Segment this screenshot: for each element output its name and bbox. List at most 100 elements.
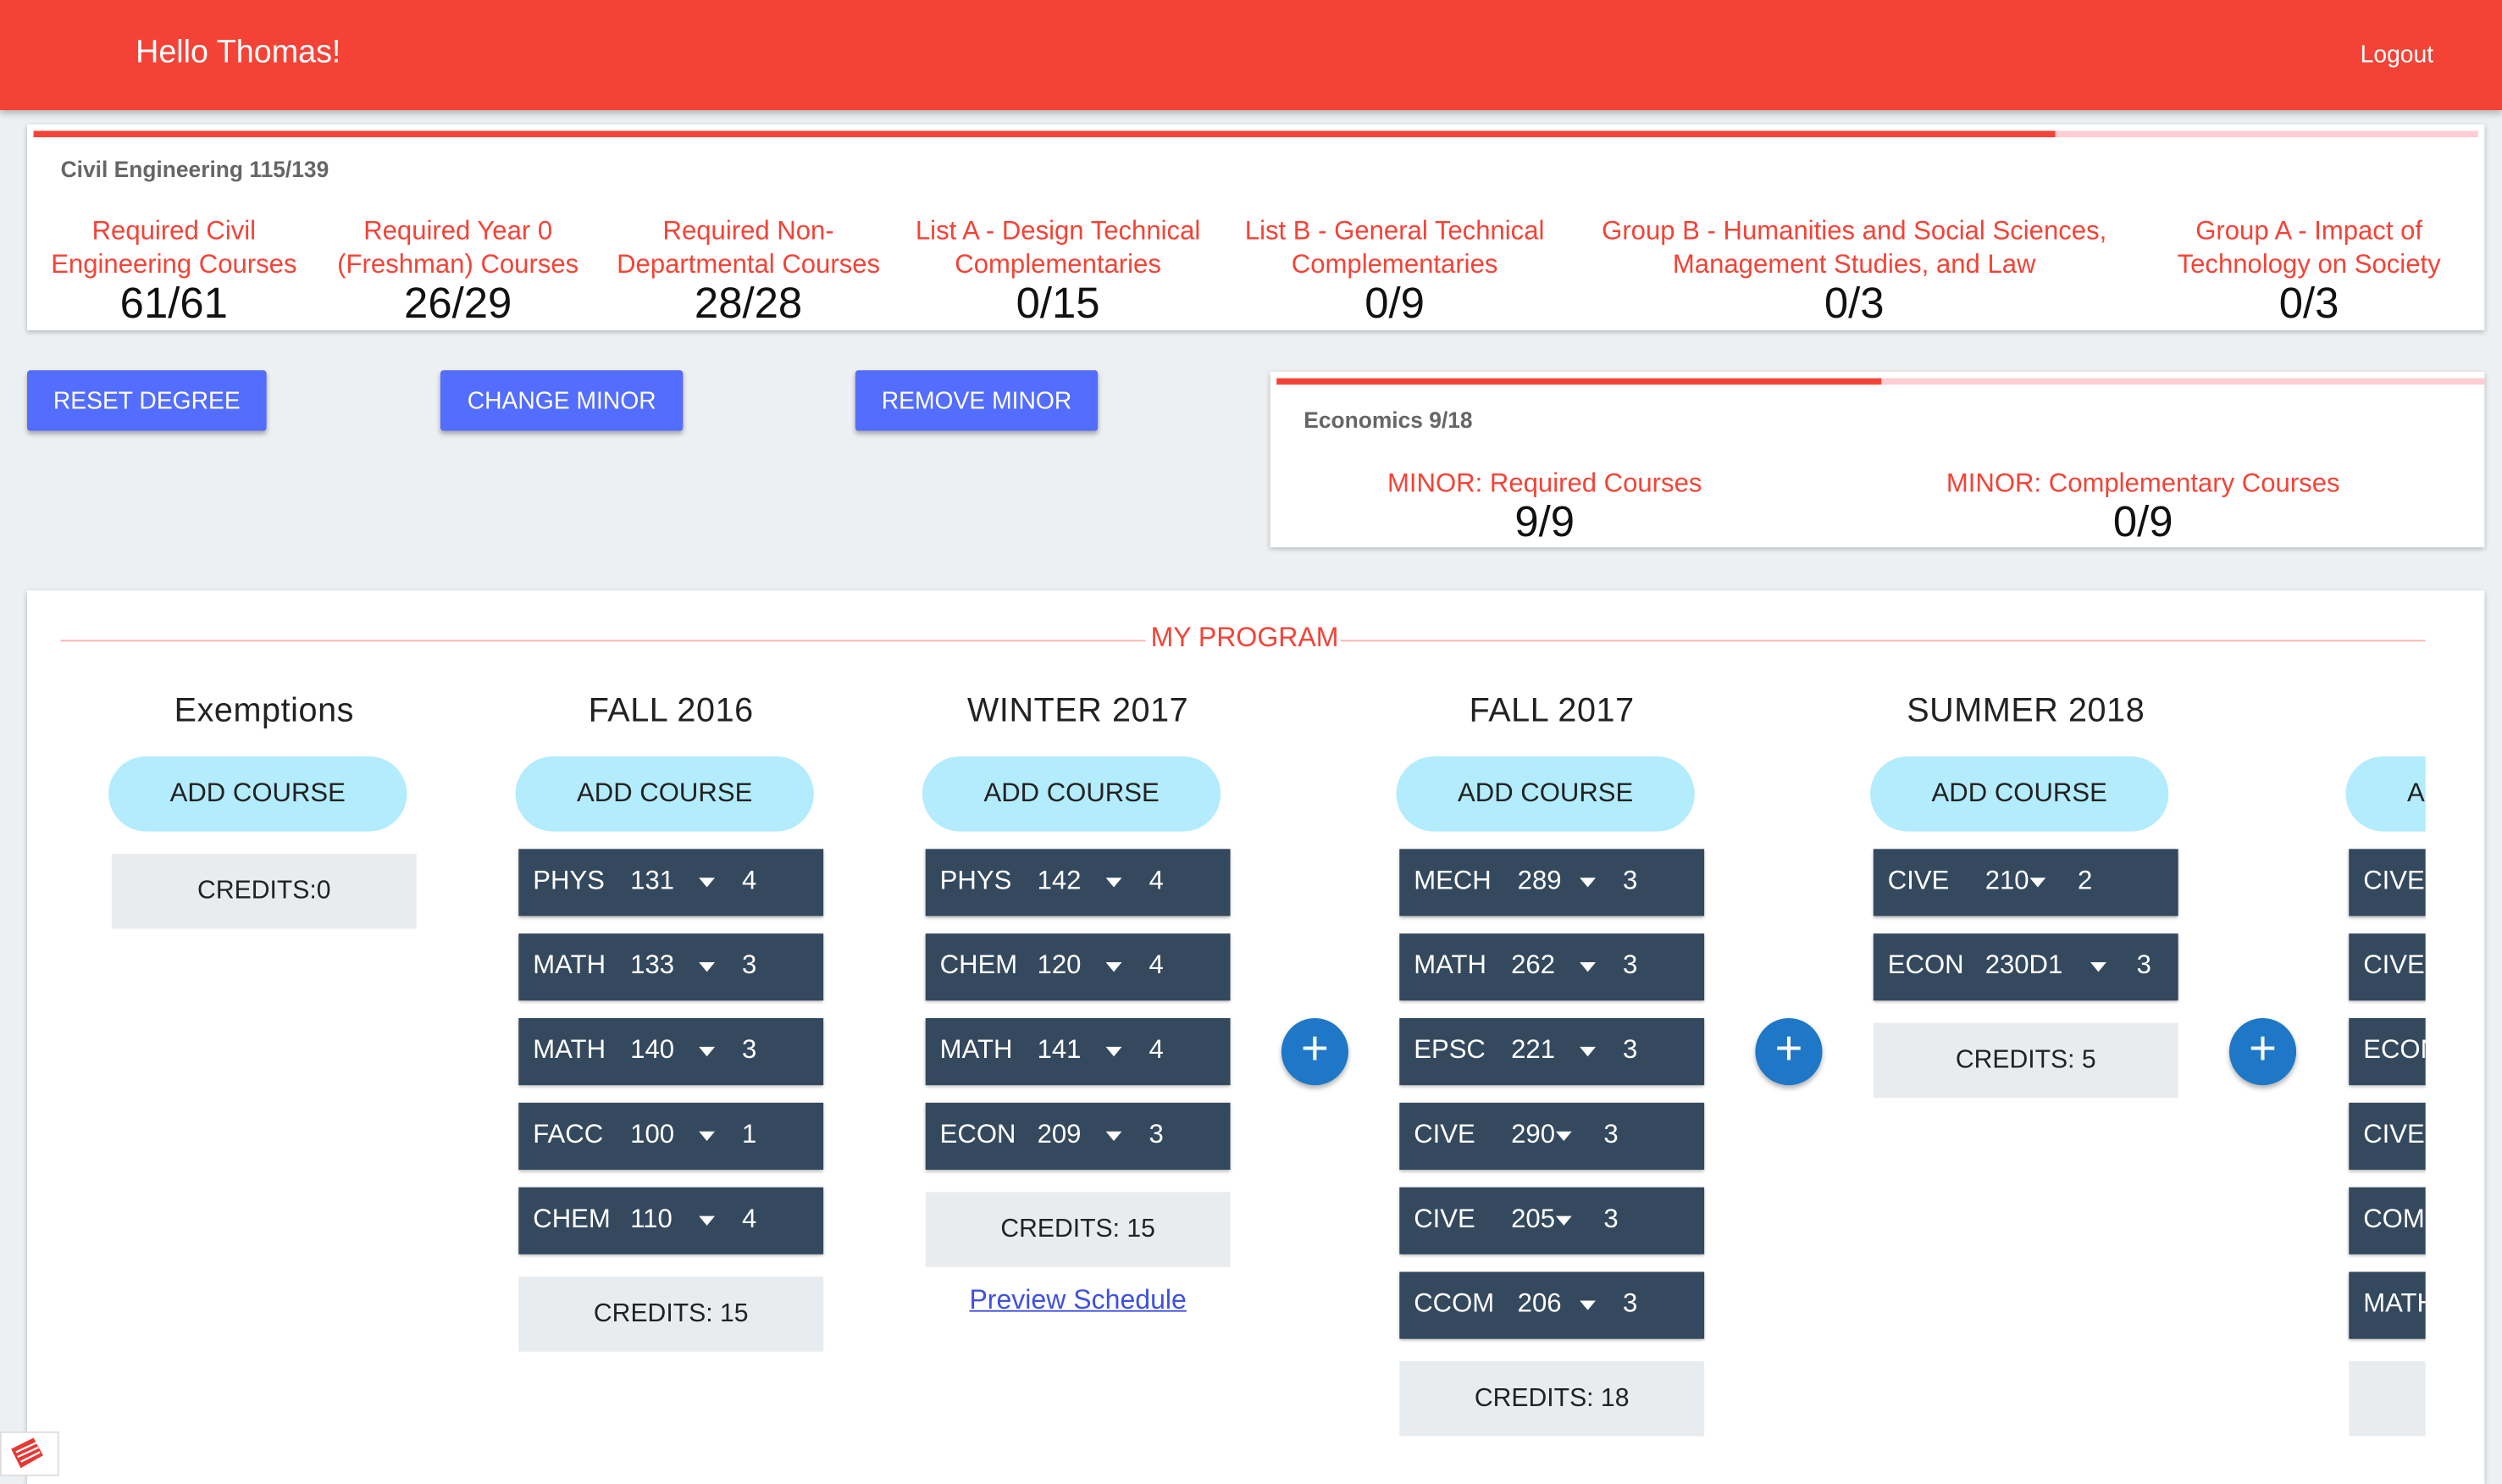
chevron-down-icon[interactable]	[1105, 1131, 1122, 1142]
course-number: 289	[1517, 867, 1562, 895]
add-course-button[interactable]: ADD COURSE	[1396, 756, 1695, 832]
credits-total: CREDITS: 5	[1873, 1022, 2178, 1099]
add-course-button[interactable]: ADD COURSE	[2345, 756, 2426, 832]
course-dept: CIVE	[1414, 1120, 1475, 1149]
degree-requirement-value: 0/9	[1364, 279, 1425, 328]
preview-schedule-link[interactable]: Preview Schedule	[926, 1285, 1231, 1317]
add-course-button[interactable]: ADD COURSE	[1870, 756, 2169, 832]
degree-requirement-label: Required Non-Departmental Courses	[617, 217, 881, 280]
course-dept: CIVE	[1414, 1204, 1475, 1234]
course-credits: 3	[1149, 1120, 1164, 1149]
chevron-down-icon[interactable]	[1555, 1131, 1572, 1142]
course-chip[interactable]: PHYS 142 4	[925, 849, 1231, 916]
minor-progress-fill	[1276, 378, 1881, 385]
course-dept: MATH	[533, 950, 606, 980]
course-chip[interactable]: COM	[2349, 1187, 2426, 1254]
course-chip[interactable]: CIVE	[2349, 849, 2426, 916]
course-chip[interactable]: ECON	[2349, 1017, 2426, 1086]
degree-progress-fill	[33, 130, 2056, 138]
course-number: 221	[1511, 1035, 1556, 1065]
course-number: 230D1	[1984, 950, 2063, 980]
course-chip[interactable]: FACC 100 1	[518, 1102, 824, 1170]
course-number: 210	[1984, 867, 2029, 895]
chevron-down-icon[interactable]	[1580, 1300, 1596, 1310]
credits-total: CREDITS: 15	[925, 1192, 1231, 1267]
chevron-down-icon[interactable]	[699, 1215, 716, 1226]
chevron-down-icon[interactable]	[1105, 1046, 1122, 1057]
minor-requirement-value: 0/9	[2112, 497, 2173, 546]
course-number: 209	[1037, 1120, 1082, 1149]
course-chip[interactable]: EPSC 221 3	[1399, 1017, 1705, 1086]
course-chip[interactable]: ECON 209 3	[925, 1102, 1231, 1170]
course-dept: PHYS	[939, 867, 1012, 895]
chevron-down-icon[interactable]	[2029, 878, 2046, 888]
course-chip[interactable]: CIVE	[2349, 1102, 2426, 1170]
minor-title: Economics 9/18	[1304, 407, 1473, 433]
add-semester-button[interactable]: +	[1755, 1017, 1823, 1086]
degree-requirement: Required Non-Departmental Courses 28/28	[610, 215, 888, 324]
chevron-down-icon[interactable]	[699, 878, 716, 888]
degree-requirement-value: 0/3	[2278, 279, 2339, 328]
degree-requirement-value: 28/28	[694, 279, 803, 328]
remove-minor-button[interactable]: REMOVE MINOR	[855, 370, 1099, 431]
course-credits: 3	[1603, 1204, 1619, 1234]
chevron-down-icon[interactable]	[699, 1131, 716, 1142]
degree-requirement: Required Year 0 (Freshman) Courses 26/29	[327, 215, 589, 324]
top-bar: Hello Thomas! Logout	[0, 0, 2502, 110]
semester-strip: Exemptions ADD COURSE CREDITS:0 FALL 2016 AD…	[27, 590, 2426, 1484]
course-chip[interactable]: CIVE 205 3	[1399, 1187, 1705, 1254]
course-chip[interactable]: CIVE 210 2	[1873, 849, 2178, 916]
course-chip[interactable]: MECH 289 3	[1399, 849, 1705, 916]
degree-requirement-label: Group A - Impact of Technology on Societ…	[2177, 217, 2441, 280]
course-chip[interactable]: MATH 141 4	[925, 1017, 1231, 1086]
course-chip[interactable]: MATH	[2349, 1271, 2426, 1339]
course-chip[interactable]: CIVE 290 3	[1399, 1102, 1705, 1170]
course-number: 100	[630, 1120, 675, 1149]
course-number: 205	[1511, 1204, 1556, 1234]
chevron-down-icon[interactable]	[1105, 962, 1122, 972]
course-chip[interactable]: PHYS 131 4	[518, 849, 824, 916]
chevron-down-icon[interactable]	[1580, 1046, 1596, 1057]
chevron-down-icon[interactable]	[699, 962, 716, 972]
course-number: 140	[630, 1035, 675, 1065]
chevron-down-icon[interactable]	[2090, 962, 2106, 972]
minor-requirement-label: MINOR: Required Courses	[1387, 468, 1702, 498]
chevron-down-icon[interactable]	[1580, 962, 1596, 972]
course-chip[interactable]: MATH 262 3	[1399, 933, 1705, 1001]
course-dept: ECON	[1887, 950, 1964, 980]
add-course-button[interactable]: ADD COURSE	[922, 756, 1221, 832]
course-credits: 2	[2077, 867, 2093, 895]
course-chip[interactable]: CCOM 206 3	[1399, 1271, 1705, 1339]
degree-requirement-value: 0/3	[1824, 279, 1885, 328]
course-chip[interactable]: CIVE	[2349, 933, 2426, 1001]
chevron-down-icon[interactable]	[699, 1046, 716, 1057]
course-chip[interactable]: MATH 133 3	[518, 933, 824, 1001]
add-course-button[interactable]: ADD COURSE	[108, 756, 407, 832]
add-semester-button[interactable]: +	[2228, 1017, 2297, 1086]
chevron-down-icon[interactable]	[1580, 878, 1596, 888]
minor-requirement-label: MINOR: Complementary Courses	[1946, 468, 2340, 498]
degree-requirement: List B - General Technical Complementari…	[1233, 215, 1556, 324]
degree-requirement: Group A - Impact of Technology on Societ…	[2166, 215, 2453, 324]
semester-title: WINTER 2017	[966, 692, 1189, 729]
change-minor-button[interactable]: CHANGE MINOR	[440, 370, 684, 431]
minor-card: Economics 9/18 MINOR: Required Courses 9…	[1270, 371, 2485, 548]
course-chip[interactable]: ECON 230D1 3	[1873, 933, 2178, 1001]
add-course-button[interactable]: ADD COURSE	[515, 756, 814, 832]
course-dept: ECON	[939, 1120, 1016, 1149]
semester-title: SUMMER 2018	[1907, 692, 2145, 729]
course-number: 133	[630, 950, 675, 980]
course-chip[interactable]: CHEM 120 4	[925, 933, 1231, 1001]
course-chip[interactable]: CHEM 110 4	[518, 1187, 824, 1254]
chevron-down-icon[interactable]	[1555, 1215, 1572, 1226]
minor-requirement: MINOR: Complementary Courses 0/9	[1904, 468, 2383, 546]
add-semester-button[interactable]: +	[1281, 1017, 1348, 1086]
chevron-down-icon[interactable]	[1105, 878, 1122, 888]
app-logo-icon	[0, 1431, 59, 1476]
degree-requirement-value: 61/61	[119, 279, 228, 328]
course-credits: 3	[1623, 1289, 1638, 1319]
logout-link[interactable]: Logout	[2361, 42, 2433, 69]
reset-degree-button[interactable]: RESET DEGREE	[27, 370, 267, 431]
course-credits: 3	[742, 950, 757, 980]
course-chip[interactable]: MATH 140 3	[518, 1017, 824, 1086]
